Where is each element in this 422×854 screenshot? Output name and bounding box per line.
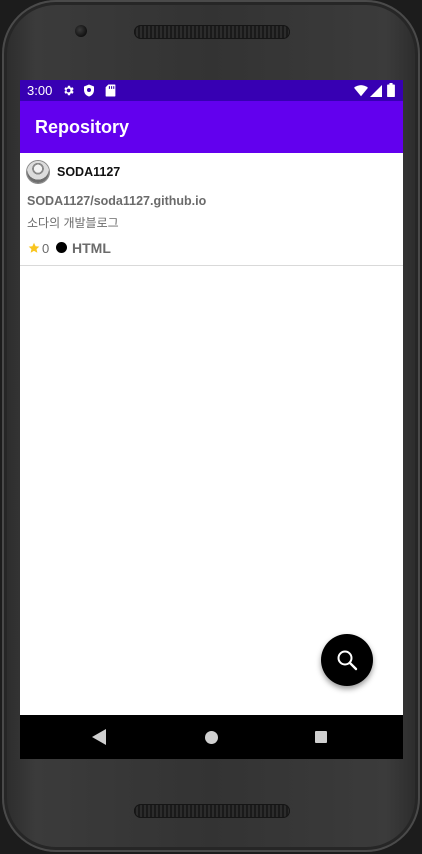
phone-frame: 3:00 Repository SODA1127 SODA1127/soda11…: [2, 0, 420, 852]
page-title: Repository: [35, 117, 130, 137]
language-color-dot: [56, 242, 67, 253]
wifi-icon: [354, 84, 368, 102]
owner-avatar: [27, 161, 49, 183]
home-icon[interactable]: [205, 731, 218, 744]
front-camera: [75, 25, 87, 37]
cell-signal-icon: [370, 84, 382, 102]
repository-list-item[interactable]: SODA1127 SODA1127/soda1127.github.io 소다의…: [20, 153, 403, 266]
app-bar: Repository: [20, 101, 403, 153]
repository-full-name: SODA1127/soda1127.github.io: [27, 194, 207, 208]
status-time: 3:00: [27, 83, 53, 98]
search-fab-button[interactable]: [321, 634, 373, 686]
star-icon: [28, 241, 40, 259]
bottom-speaker: [134, 804, 290, 818]
owner-name: SODA1127: [57, 165, 121, 179]
back-icon[interactable]: [92, 729, 106, 750]
gear-icon: [62, 84, 75, 102]
status-bar: 3:00: [20, 80, 403, 101]
star-count: 0: [42, 241, 50, 256]
shield-icon: [83, 84, 95, 102]
repository-description: 소다의 개발블로그: [27, 216, 119, 230]
battery-icon: [387, 83, 395, 102]
top-speaker: [134, 25, 290, 39]
app-screen: 3:00 Repository SODA1127 SODA1127/soda11…: [20, 80, 403, 759]
navigation-bar: [20, 715, 403, 759]
recents-icon[interactable]: [315, 731, 327, 743]
repository-language: HTML: [72, 240, 111, 256]
sd-card-icon: [105, 84, 116, 102]
search-icon: [335, 648, 359, 672]
